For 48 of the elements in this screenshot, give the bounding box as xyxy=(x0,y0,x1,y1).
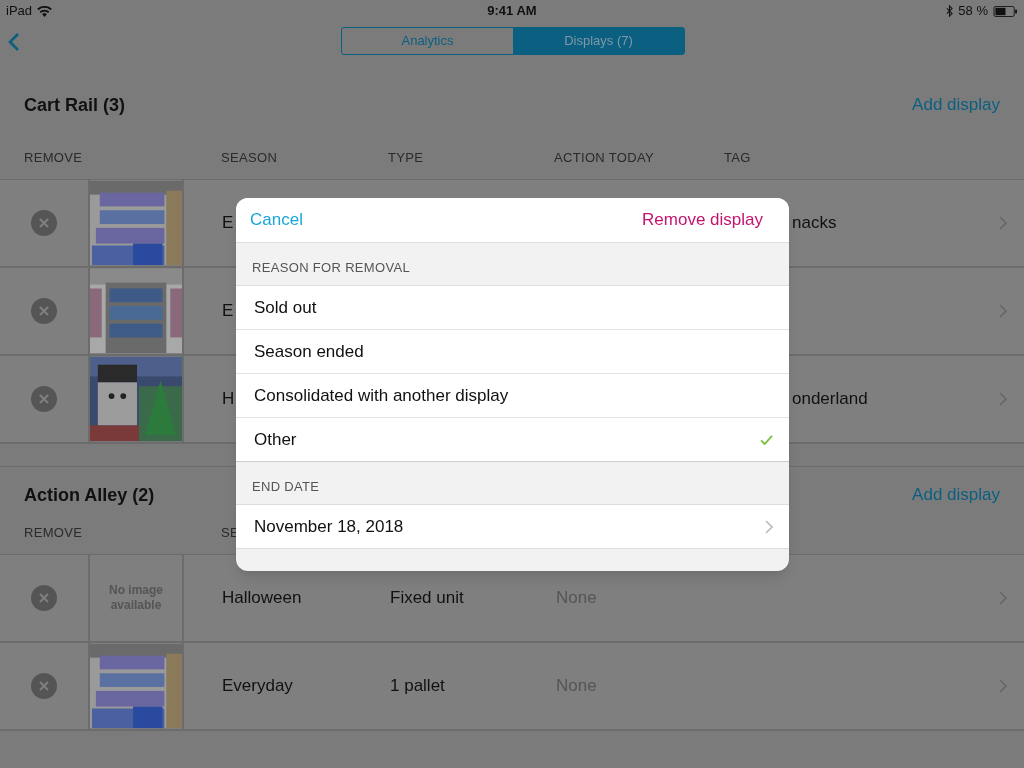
x-icon xyxy=(39,218,49,228)
remove-button[interactable] xyxy=(31,298,57,324)
x-icon xyxy=(39,681,49,691)
season-text: Halloween xyxy=(222,587,302,610)
remove-display-button[interactable]: Remove display xyxy=(642,207,763,233)
tag-text: onderland xyxy=(792,388,868,411)
remove-button[interactable] xyxy=(31,673,57,699)
x-icon xyxy=(39,394,49,404)
chevron-right-icon xyxy=(765,519,773,534)
season-text: E xyxy=(222,212,234,235)
season-text: Everyday xyxy=(222,675,293,698)
chevron-right-icon xyxy=(999,591,1007,605)
remove-button[interactable] xyxy=(31,386,57,412)
chevron-right-icon xyxy=(999,304,1007,318)
x-icon xyxy=(39,593,49,603)
reason-option[interactable]: Sold out xyxy=(236,286,789,330)
column-header: TAG xyxy=(724,149,751,167)
battery-icon xyxy=(993,5,1018,17)
chevron-right-icon xyxy=(999,679,1007,693)
column-header: TYPE xyxy=(388,149,424,167)
section-title: Cart Rail (3) xyxy=(24,93,126,117)
reason-option[interactable]: Consolidated with another display xyxy=(236,374,789,418)
season-text: H xyxy=(222,388,235,411)
tag-text: nacks xyxy=(792,212,837,235)
battery-percent: 58 % xyxy=(958,2,988,21)
clock: 9:41 AM xyxy=(487,2,537,21)
reason-option[interactable]: Other xyxy=(236,418,789,462)
type-text: Fixed unit xyxy=(390,587,464,610)
device-name: iPad xyxy=(6,2,33,21)
section-header: END DATE xyxy=(252,477,320,496)
reason-option[interactable]: Season ended xyxy=(236,330,789,374)
section-title: Action Alley (2) xyxy=(24,483,155,507)
chevron-right-icon xyxy=(999,216,1007,230)
remove-button[interactable] xyxy=(31,585,57,611)
checkmark-icon xyxy=(760,434,773,445)
remove-button[interactable] xyxy=(31,210,57,236)
column-header: SEASON xyxy=(221,149,278,167)
end-date-row[interactable]: November 18, 2018 xyxy=(236,505,789,549)
column-header: REMOVE xyxy=(24,149,83,167)
type-text: 1 pallet xyxy=(390,675,445,698)
bluetooth-icon xyxy=(946,5,954,17)
section-header: REASON FOR REMOVAL xyxy=(252,258,411,277)
chevron-right-icon xyxy=(999,392,1007,406)
column-header: ACTION TODAY xyxy=(554,149,654,167)
column-header: REMOVE xyxy=(24,524,83,542)
x-icon xyxy=(39,306,49,316)
wifi-icon xyxy=(37,5,53,17)
season-text: E xyxy=(222,300,234,323)
